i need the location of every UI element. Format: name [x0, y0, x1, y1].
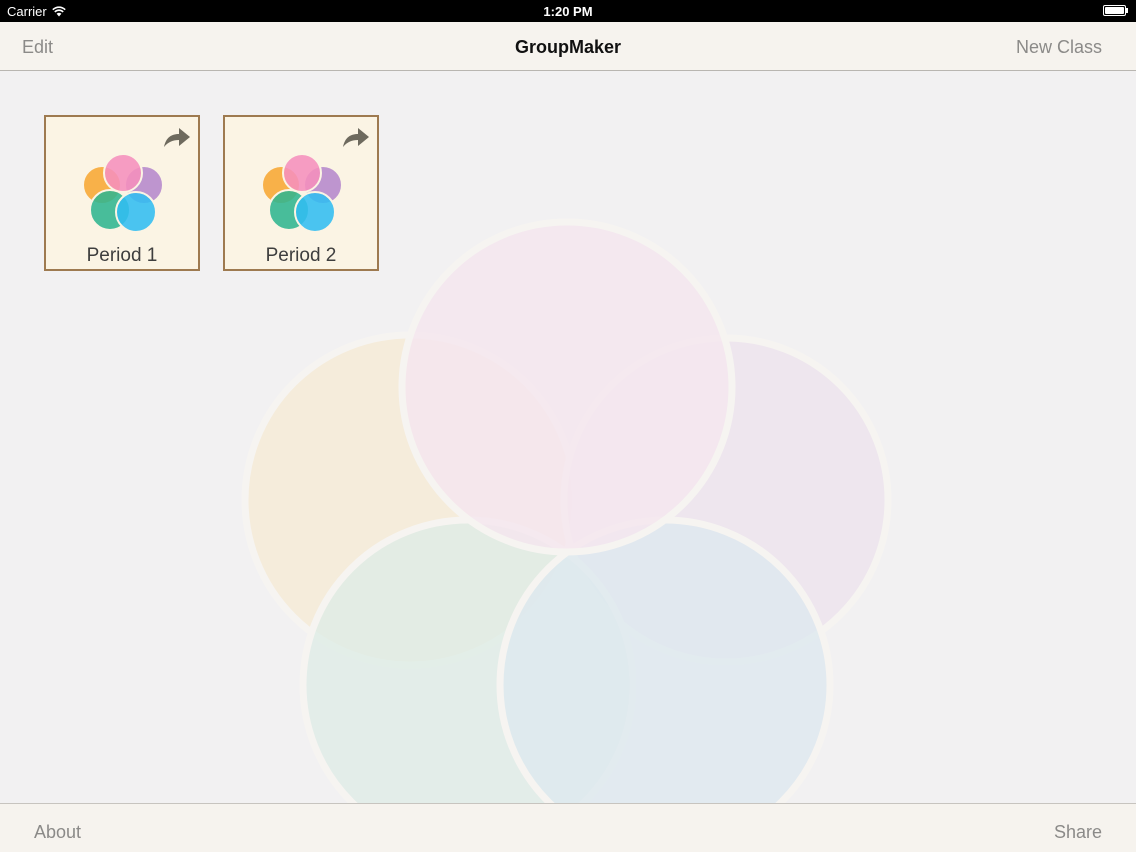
share-arrow-icon[interactable]	[341, 123, 371, 151]
share-arrow-icon[interactable]	[162, 123, 192, 151]
class-tile-label: Period 1	[86, 245, 158, 266]
screen: Carrier 1:20 PM Edit GroupMaker New Clas…	[0, 0, 1136, 852]
battery-icon	[1103, 5, 1129, 16]
about-button[interactable]: About	[34, 822, 81, 843]
new-class-button[interactable]: New Class	[1016, 37, 1102, 58]
class-tile-label: Period 2	[265, 245, 337, 266]
navigation-bar: Edit GroupMaker New Class	[0, 22, 1136, 71]
page-title: GroupMaker	[514, 37, 622, 57]
flower-icon	[82, 153, 164, 233]
bottom-toolbar: About Share	[0, 803, 1136, 852]
class-tile-period-1[interactable]: Period 1	[44, 115, 200, 271]
share-button[interactable]: Share	[1054, 822, 1102, 843]
flower-icon	[261, 153, 343, 233]
class-tile-period-2[interactable]: Period 2	[223, 115, 379, 271]
clock: 1:20 PM	[543, 4, 593, 19]
status-bar: Carrier 1:20 PM	[0, 0, 1136, 22]
